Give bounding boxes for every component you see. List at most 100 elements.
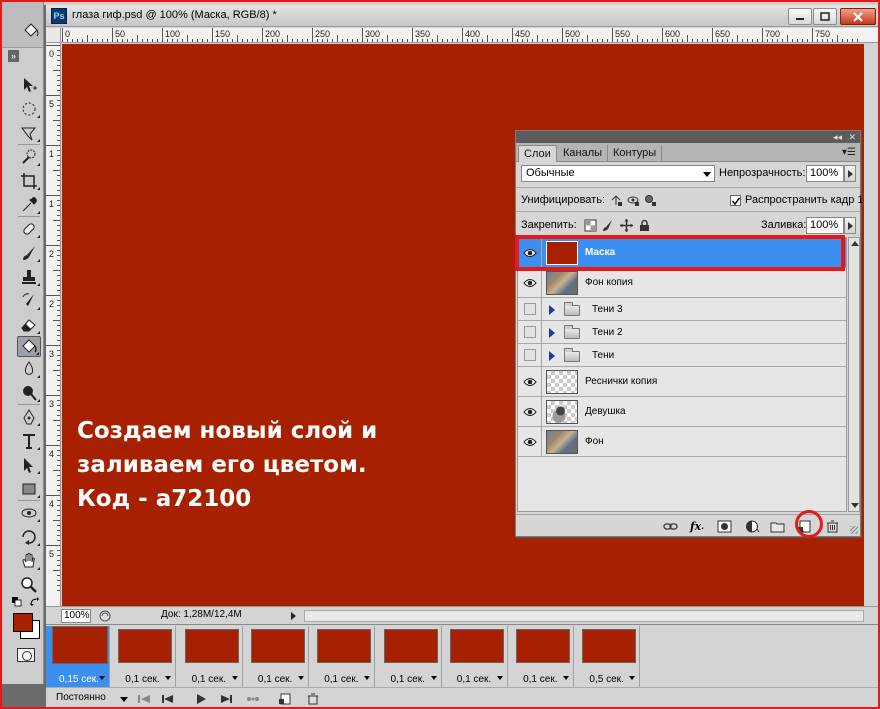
ruler-origin[interactable] <box>46 28 61 43</box>
unify-position-icon[interactable] <box>609 193 623 207</box>
lock-pixels-icon[interactable] <box>601 218 615 232</box>
blend-mode-select[interactable]: Обычные <box>521 165 715 182</box>
chevron-down-icon[interactable] <box>430 676 437 680</box>
eyedropper-tool-icon[interactable] <box>17 194 41 215</box>
hand-tool-icon[interactable] <box>17 550 41 571</box>
visibility-toggle[interactable] <box>518 268 542 297</box>
layer-row[interactable]: Реснички копия <box>518 367 846 397</box>
panel-resize-grip[interactable] <box>850 526 858 534</box>
animation-frame[interactable]: 0,1 сек. <box>112 626 177 687</box>
animation-frame[interactable]: 0,1 сек. <box>443 626 508 687</box>
animation-frame[interactable]: 0,5 сек. <box>576 626 641 687</box>
horizontal-scrollbar[interactable] <box>304 610 864 622</box>
document-titlebar[interactable]: Ps глаза гиф.psd @ 100% (Маска, RGB/8) * <box>46 5 880 27</box>
animation-frame[interactable]: 0,1 сек. <box>311 626 376 687</box>
animation-frame[interactable]: 0,1 сек. <box>244 626 309 687</box>
next-frame-icon[interactable] <box>218 692 234 706</box>
panel-collapse-icon[interactable]: ◂◂ <box>833 132 842 142</box>
frame-delay-label[interactable]: 0,15 сек. <box>59 674 99 685</box>
panel-titlebar[interactable]: ◂◂ ✕ <box>516 131 860 143</box>
healing-brush-tool-icon[interactable] <box>17 218 41 239</box>
frame-delay-label[interactable]: 0,1 сек. <box>391 674 425 685</box>
layer-group-row[interactable]: Тени <box>518 344 846 367</box>
chevron-down-icon[interactable] <box>99 676 105 680</box>
lock-transparency-icon[interactable] <box>583 218 597 232</box>
visibility-toggle[interactable] <box>518 367 542 396</box>
blur-tool-icon[interactable] <box>17 358 41 379</box>
animation-frame[interactable]: 0,1 сек. <box>178 626 243 687</box>
tab-paths[interactable]: Контуры <box>608 145 663 162</box>
layer-row[interactable]: Фон <box>518 427 846 457</box>
shape-tool-icon[interactable] <box>17 478 41 499</box>
status-menu-arrow-icon[interactable] <box>291 612 296 620</box>
eraser-tool-icon[interactable] <box>17 314 41 335</box>
panel-menu-icon[interactable]: ▾☰ <box>842 147 856 158</box>
opacity-slider-arrow-icon[interactable] <box>844 165 856 182</box>
opacity-field[interactable]: 100% <box>806 165 844 182</box>
zoom-tool-icon[interactable] <box>17 574 41 595</box>
adjustment-layer-icon[interactable] <box>744 519 760 533</box>
paint-bucket-icon[interactable] <box>22 22 40 40</box>
visibility-toggle[interactable] <box>518 298 542 320</box>
layer-row[interactable]: Маска <box>518 238 846 268</box>
chevron-down-icon[interactable] <box>563 676 570 680</box>
lock-all-icon[interactable] <box>637 218 651 232</box>
duplicate-frame-icon[interactable] <box>277 692 293 706</box>
move-tool-icon[interactable] <box>17 74 41 95</box>
layer-group-row[interactable]: Тени 2 <box>518 321 846 344</box>
propagate-frame-checkbox[interactable] <box>730 195 741 206</box>
unify-style-icon[interactable] <box>643 193 657 207</box>
add-mask-icon[interactable] <box>716 519 732 533</box>
visibility-toggle[interactable] <box>518 427 542 456</box>
layer-list-scrollbar[interactable] <box>848 237 860 512</box>
frame-delay-label[interactable]: 0,1 сек. <box>125 674 159 685</box>
frame-delay-label[interactable]: 0,1 сек. <box>192 674 226 685</box>
scroll-down-icon[interactable] <box>851 503 859 508</box>
delete-frame-icon[interactable] <box>305 692 321 706</box>
visibility-toggle[interactable] <box>518 321 542 343</box>
fill-field[interactable]: 100% <box>806 217 844 234</box>
default-colors-icon[interactable] <box>12 597 22 607</box>
close-button[interactable] <box>840 8 876 25</box>
previous-frame-icon[interactable] <box>160 692 176 706</box>
type-tool-icon[interactable] <box>17 430 41 451</box>
loop-options-select[interactable]: Постоянно <box>56 692 106 703</box>
chevron-down-icon[interactable] <box>297 676 304 680</box>
foreground-color-swatch[interactable] <box>13 613 33 632</box>
fx-icon[interactable]: fx. <box>689 519 705 533</box>
link-layers-icon[interactable] <box>662 519 678 533</box>
expand-triangle-icon[interactable] <box>549 350 555 361</box>
tween-icon[interactable] <box>245 692 261 706</box>
animation-frame[interactable]: 0,1 сек. <box>377 626 442 687</box>
clone-stamp-tool-icon[interactable] <box>17 266 41 287</box>
dodge-tool-icon[interactable] <box>17 382 41 403</box>
new-layer-icon[interactable] <box>796 519 812 533</box>
history-brush-tool-icon[interactable] <box>17 290 41 311</box>
frame-delay-label[interactable]: 0,1 сек. <box>258 674 292 685</box>
visibility-toggle[interactable] <box>518 238 542 267</box>
crop-tool-icon[interactable] <box>17 170 41 191</box>
expand-triangle-icon[interactable] <box>549 327 555 338</box>
pen-tool-icon[interactable] <box>17 406 41 427</box>
chevron-down-icon[interactable] <box>496 676 503 680</box>
panel-close-icon[interactable]: ✕ <box>848 132 856 142</box>
delete-layer-icon[interactable] <box>824 519 840 533</box>
first-frame-icon[interactable] <box>136 692 152 706</box>
vertical-ruler[interactable]: 0 5 1 1 2 2 3 3 4 4 5 <box>46 43 61 606</box>
brush-tool-icon[interactable] <box>17 242 41 263</box>
new-group-icon[interactable] <box>769 519 785 533</box>
minimize-button[interactable] <box>788 8 812 25</box>
layer-row[interactable]: Фон копия <box>518 268 846 298</box>
animation-frame[interactable]: 0,15 сек. <box>46 626 110 687</box>
swap-colors-icon[interactable] <box>30 597 40 607</box>
scroll-up-icon[interactable] <box>851 241 859 246</box>
frame-delay-label[interactable]: 0,1 сек. <box>523 674 557 685</box>
chevron-down-icon[interactable] <box>120 697 128 702</box>
3d-orbit-tool-icon[interactable] <box>17 526 41 547</box>
frame-delay-label[interactable]: 0,1 сек. <box>457 674 491 685</box>
expand-triangle-icon[interactable] <box>549 304 555 315</box>
quick-mask-icon[interactable] <box>17 648 35 662</box>
animation-frame[interactable]: 0,1 сек. <box>510 626 575 687</box>
chevron-down-icon[interactable] <box>364 676 371 680</box>
horizontal-ruler[interactable]: 0 50 100 150 200 250 300 350 400 450 500 550 600 650 7… <box>61 28 880 43</box>
